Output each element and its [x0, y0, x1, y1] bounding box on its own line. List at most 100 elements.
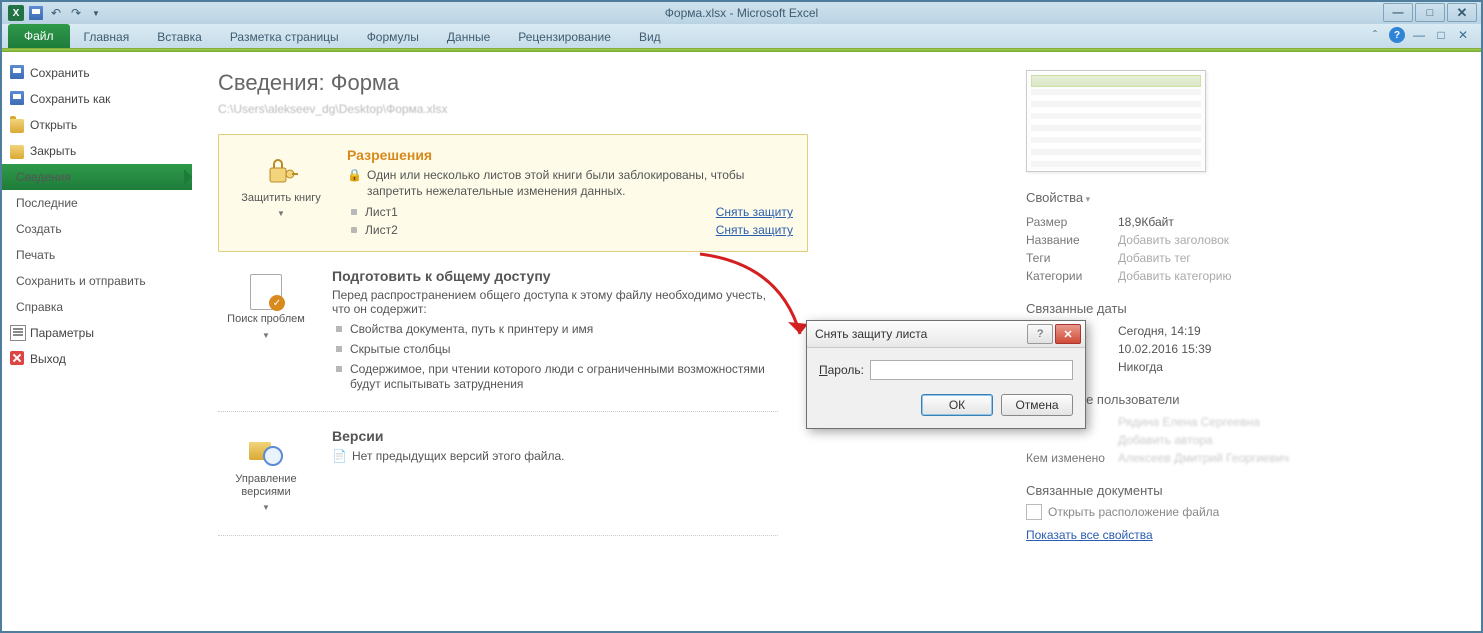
prop-key: Размер — [1026, 215, 1118, 229]
nav-open-label: Открыть — [30, 118, 77, 132]
nav-info[interactable]: Сведения — [2, 164, 192, 190]
qat-undo-icon[interactable]: ↶ — [48, 5, 64, 21]
ribbon-tabs: Файл Главная Вставка Разметка страницы Ф… — [2, 24, 1481, 49]
prop-value: 18,9Кбайт — [1118, 215, 1174, 229]
close-button[interactable]: ✕ — [1447, 3, 1477, 22]
list-item: Скрытые столбцы — [350, 340, 778, 360]
open-file-location[interactable]: Открыть расположение файла — [1026, 504, 1326, 520]
dialog-help-button[interactable]: ? — [1027, 324, 1053, 344]
close-folder-icon — [10, 145, 24, 159]
save-as-icon — [10, 91, 24, 105]
ribbon-tab-layout[interactable]: Разметка страницы — [216, 26, 353, 48]
nav-exit-label: Выход — [30, 352, 66, 366]
unprotect-link[interactable]: Снять защиту — [716, 205, 793, 219]
password-input[interactable] — [870, 360, 1073, 380]
doc-close-icon[interactable]: ✕ — [1455, 27, 1471, 43]
versions-none: 📄Нет предыдущих версий этого файла. — [332, 448, 778, 464]
help-icon[interactable]: ? — [1389, 27, 1405, 43]
ribbon-tab-home[interactable]: Главная — [70, 26, 144, 48]
prop-value: Сегодня, 14:19 — [1118, 324, 1201, 338]
properties-header[interactable]: Свойства — [1026, 190, 1326, 205]
permissions-desc: 🔒Один или несколько листов этой книги бы… — [347, 167, 793, 199]
nav-recent[interactable]: Последние — [2, 190, 192, 216]
cancel-button[interactable]: Отмена — [1001, 394, 1073, 416]
ribbon-tab-view[interactable]: Вид — [625, 26, 675, 48]
qat-dropdown-icon[interactable]: ▼ — [88, 5, 104, 21]
ribbon-tab-insert[interactable]: Вставка — [143, 26, 216, 48]
nav-save-as-label: Сохранить как — [30, 92, 110, 106]
doc-restore-icon[interactable]: □ — [1433, 27, 1449, 43]
dropdown-icon: ▼ — [262, 331, 270, 340]
protect-workbook-button[interactable]: Защитить книгу ▼ — [233, 147, 329, 239]
manage-versions-button[interactable]: Управление версиями ▼ — [218, 428, 314, 519]
minimize-ribbon-icon[interactable]: ˆ — [1367, 27, 1383, 43]
protect-workbook-label: Защитить книгу — [241, 192, 321, 205]
check-issues-button[interactable]: Поиск проблем ▼ — [218, 268, 314, 394]
nav-new[interactable]: Создать — [2, 216, 192, 242]
dialog-close-button[interactable]: ✕ — [1055, 324, 1081, 344]
prop-key — [1026, 433, 1118, 447]
sheet-row: Лист1 Снять защиту — [347, 203, 793, 221]
ok-button[interactable]: ОК — [921, 394, 993, 416]
nav-save-as[interactable]: Сохранить как — [2, 86, 192, 112]
backstage-nav: Сохранить Сохранить как Открыть Закрыть … — [2, 52, 192, 631]
minimize-button[interactable]: — — [1383, 3, 1413, 22]
nav-print-label: Печать — [16, 248, 55, 262]
nav-exit[interactable]: Выход — [2, 346, 192, 372]
ribbon-tab-formulas[interactable]: Формулы — [353, 26, 433, 48]
ribbon-tab-data[interactable]: Данные — [433, 26, 504, 48]
ribbon-tab-review[interactable]: Рецензирование — [504, 26, 625, 48]
unprotect-sheet-dialog: Снять защиту листа ? ✕ Пароль: ОК Отмена — [806, 320, 1086, 429]
permissions-section: Защитить книгу ▼ Разрешения 🔒Один или не… — [218, 134, 808, 252]
save-icon — [10, 65, 24, 79]
document-thumbnail[interactable] — [1026, 70, 1206, 172]
inspect-doc-icon — [249, 275, 283, 309]
maximize-button[interactable]: □ — [1415, 3, 1445, 22]
quick-access-toolbar: X ↶ ↷ ▼ — [2, 5, 104, 21]
manage-versions-label: Управление версиями — [223, 473, 309, 499]
list-item: Свойства документа, путь к принтеру и им… — [350, 320, 778, 340]
nav-print[interactable]: Печать — [2, 242, 192, 268]
nav-open[interactable]: Открыть — [2, 112, 192, 138]
dropdown-icon: ▼ — [277, 209, 285, 218]
open-file-location-label: Открыть расположение файла — [1048, 505, 1219, 519]
nav-help-label: Справка — [16, 300, 63, 314]
doc-minimize-icon[interactable]: — — [1411, 27, 1427, 43]
prop-key: Теги — [1026, 251, 1118, 265]
prepare-list: Свойства документа, путь к принтеру и им… — [332, 320, 778, 394]
unprotect-link[interactable]: Снять защиту — [716, 223, 793, 237]
nav-save[interactable]: Сохранить — [2, 60, 192, 86]
password-label: Пароль: — [819, 363, 864, 377]
prop-value: Рядина Елена Сергеевна — [1118, 415, 1260, 429]
prop-key: Кем изменено — [1026, 451, 1118, 465]
nav-recent-label: Последние — [16, 196, 78, 210]
versions-title: Версии — [332, 428, 778, 444]
lock-mini-icon: 🔒 — [347, 167, 361, 181]
backstage-content: Сведения: Форма C:\Users\alekseev_dg\Des… — [192, 52, 1481, 631]
titlebar: X ↶ ↷ ▼ Форма.xlsx - Microsoft Excel — □… — [2, 2, 1481, 24]
lock-key-icon — [264, 154, 298, 188]
nav-options[interactable]: Параметры — [2, 320, 192, 346]
prop-value-placeholder[interactable]: Добавить тег — [1118, 251, 1191, 265]
nav-share[interactable]: Сохранить и отправить — [2, 268, 192, 294]
nav-close-label: Закрыть — [30, 144, 76, 158]
nav-save-label: Сохранить — [30, 66, 90, 80]
nav-close[interactable]: Закрыть — [2, 138, 192, 164]
nav-info-label: Сведения — [16, 170, 71, 184]
prop-value-placeholder[interactable]: Добавить заголовок — [1118, 233, 1229, 247]
show-all-properties-link[interactable]: Показать все свойства — [1026, 528, 1153, 542]
list-item: Содержимое, при чтении которого люди с о… — [350, 360, 778, 395]
prop-value-placeholder[interactable]: Добавить категорию — [1118, 269, 1232, 283]
qat-save-icon[interactable] — [28, 5, 44, 21]
qat-redo-icon[interactable]: ↷ — [68, 5, 84, 21]
nav-share-label: Сохранить и отправить — [16, 274, 146, 288]
prop-value: Алексеев Дмитрий Георгиевич — [1118, 451, 1289, 465]
prop-key: Категории — [1026, 269, 1118, 283]
add-author-placeholder[interactable]: Добавить автора — [1118, 433, 1213, 447]
nav-help[interactable]: Справка — [2, 294, 192, 320]
window-title: Форма.xlsx - Microsoft Excel — [665, 6, 818, 20]
dialog-titlebar[interactable]: Снять защиту листа ? ✕ — [807, 321, 1085, 348]
ribbon-tab-file[interactable]: Файл — [8, 24, 70, 48]
prop-value: Никогда — [1118, 360, 1163, 374]
open-icon — [10, 119, 24, 133]
